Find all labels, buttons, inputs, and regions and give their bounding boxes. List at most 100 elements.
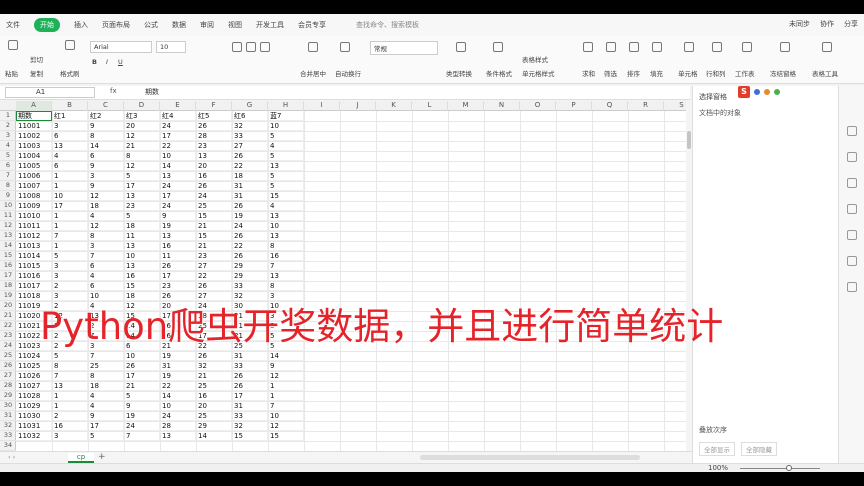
- data-cell[interactable]: 4: [88, 391, 124, 401]
- data-cell[interactable]: 6: [52, 131, 88, 141]
- data-cell[interactable]: 12: [88, 221, 124, 231]
- data-cell[interactable]: 24: [160, 411, 196, 421]
- data-cell[interactable]: 7: [88, 251, 124, 261]
- cut-button[interactable]: 剪切: [30, 54, 43, 64]
- data-cell[interactable]: 25: [196, 201, 232, 211]
- data-cell[interactable]: 9: [124, 401, 160, 411]
- data-cell[interactable]: 26: [232, 371, 268, 381]
- row-header[interactable]: 10: [0, 201, 16, 211]
- merge-center-button[interactable]: 合并居中: [300, 68, 326, 78]
- data-cell[interactable]: 11025: [16, 361, 52, 371]
- data-cell[interactable]: 26: [196, 281, 232, 291]
- data-cell[interactable]: 32: [232, 121, 268, 131]
- data-cell[interactable]: 33: [232, 411, 268, 421]
- data-cell[interactable]: 22: [160, 141, 196, 151]
- data-cell[interactable]: 8: [268, 241, 304, 251]
- data-cell[interactable]: 11012: [16, 231, 52, 241]
- worksheet-button[interactable]: 工作表: [735, 68, 755, 78]
- data-cell[interactable]: 26: [196, 351, 232, 361]
- show-all-button[interactable]: 全部显示: [699, 442, 735, 456]
- row-header[interactable]: 2: [0, 121, 16, 131]
- data-cell[interactable]: 5: [268, 151, 304, 161]
- data-cell[interactable]: 14: [160, 161, 196, 171]
- data-cell[interactable]: 5: [88, 431, 124, 441]
- row-header[interactable]: 19: [0, 291, 16, 301]
- data-cell[interactable]: 9: [88, 181, 124, 191]
- row-header[interactable]: 32: [0, 421, 16, 431]
- table-tools-icon[interactable]: [822, 42, 832, 52]
- data-cell[interactable]: 26: [232, 231, 268, 241]
- data-cell[interactable]: 13: [196, 151, 232, 161]
- header-cell[interactable]: 蓝7: [268, 111, 304, 121]
- brush-icon[interactable]: [65, 40, 75, 50]
- data-cell[interactable]: 13: [124, 191, 160, 201]
- assistant-dot-icon[interactable]: [774, 89, 780, 95]
- share-button[interactable]: 分享: [844, 19, 858, 29]
- align-bottom-icon[interactable]: [260, 42, 270, 52]
- data-cell[interactable]: 33: [232, 361, 268, 371]
- conditional-format-icon[interactable]: [493, 42, 503, 52]
- column-header-o[interactable]: O: [520, 101, 556, 111]
- column-header-c[interactable]: C: [88, 101, 124, 111]
- data-cell[interactable]: 17: [124, 181, 160, 191]
- row-header[interactable]: 7: [0, 171, 16, 181]
- data-cell[interactable]: 31: [232, 181, 268, 191]
- data-cell[interactable]: 24: [196, 191, 232, 201]
- row-header[interactable]: 18: [0, 281, 16, 291]
- font-size-select[interactable]: 10: [156, 41, 186, 53]
- data-cell[interactable]: 13: [160, 231, 196, 241]
- column-header-k[interactable]: K: [376, 101, 412, 111]
- fx-icon[interactable]: fx: [110, 87, 117, 95]
- sort-icon[interactable]: [629, 42, 639, 52]
- data-cell[interactable]: 4: [88, 401, 124, 411]
- data-cell[interactable]: 28: [196, 131, 232, 141]
- sheet-tab-cp[interactable]: cp: [68, 453, 94, 463]
- data-cell[interactable]: 33: [232, 131, 268, 141]
- adjust-icon[interactable]: [847, 178, 857, 188]
- data-cell[interactable]: 26: [232, 251, 268, 261]
- rowcol-icon[interactable]: [712, 42, 722, 52]
- hide-all-button[interactable]: 全部隐藏: [741, 442, 777, 456]
- fill-icon[interactable]: [652, 42, 662, 52]
- data-cell[interactable]: 31: [232, 351, 268, 361]
- menu-page-layout[interactable]: 页面布局: [102, 20, 130, 30]
- data-cell[interactable]: 6: [88, 151, 124, 161]
- data-cell[interactable]: 13: [268, 211, 304, 221]
- data-cell[interactable]: 19: [232, 211, 268, 221]
- column-header-g[interactable]: G: [232, 101, 268, 111]
- data-cell[interactable]: 16: [196, 391, 232, 401]
- data-cell[interactable]: 17: [52, 201, 88, 211]
- data-cell[interactable]: 26: [196, 181, 232, 191]
- data-cell[interactable]: 6: [52, 161, 88, 171]
- row-header[interactable]: 17: [0, 271, 16, 281]
- data-cell[interactable]: 17: [160, 131, 196, 141]
- data-cell[interactable]: 23: [196, 141, 232, 151]
- data-cell[interactable]: 26: [124, 361, 160, 371]
- row-header[interactable]: 9: [0, 191, 16, 201]
- data-cell[interactable]: 2: [52, 281, 88, 291]
- data-cell[interactable]: 10: [124, 351, 160, 361]
- data-cell[interactable]: 8: [88, 231, 124, 241]
- data-cell[interactable]: 18: [232, 171, 268, 181]
- data-cell[interactable]: 32: [232, 421, 268, 431]
- row-header[interactable]: 15: [0, 251, 16, 261]
- collab-button[interactable]: 协作: [820, 19, 834, 29]
- header-cell[interactable]: 红3: [124, 111, 160, 121]
- freeze-icon[interactable]: [780, 42, 790, 52]
- row-header[interactable]: 24: [0, 341, 16, 351]
- data-cell[interactable]: 13: [268, 231, 304, 241]
- data-cell[interactable]: 11010: [16, 211, 52, 221]
- column-header-a[interactable]: A: [16, 101, 52, 111]
- data-cell[interactable]: 1: [52, 181, 88, 191]
- data-cell[interactable]: 23: [160, 281, 196, 291]
- data-cell[interactable]: 11001: [16, 121, 52, 131]
- data-cell[interactable]: 17: [160, 191, 196, 201]
- underline-icon[interactable]: U: [118, 58, 123, 66]
- column-header-i[interactable]: I: [304, 101, 340, 111]
- shield-icon[interactable]: [847, 256, 857, 266]
- paste-icon[interactable]: [8, 40, 18, 50]
- filter-icon[interactable]: [606, 42, 616, 52]
- row-header[interactable]: 6: [0, 161, 16, 171]
- data-cell[interactable]: 8: [52, 361, 88, 371]
- data-cell[interactable]: 24: [160, 181, 196, 191]
